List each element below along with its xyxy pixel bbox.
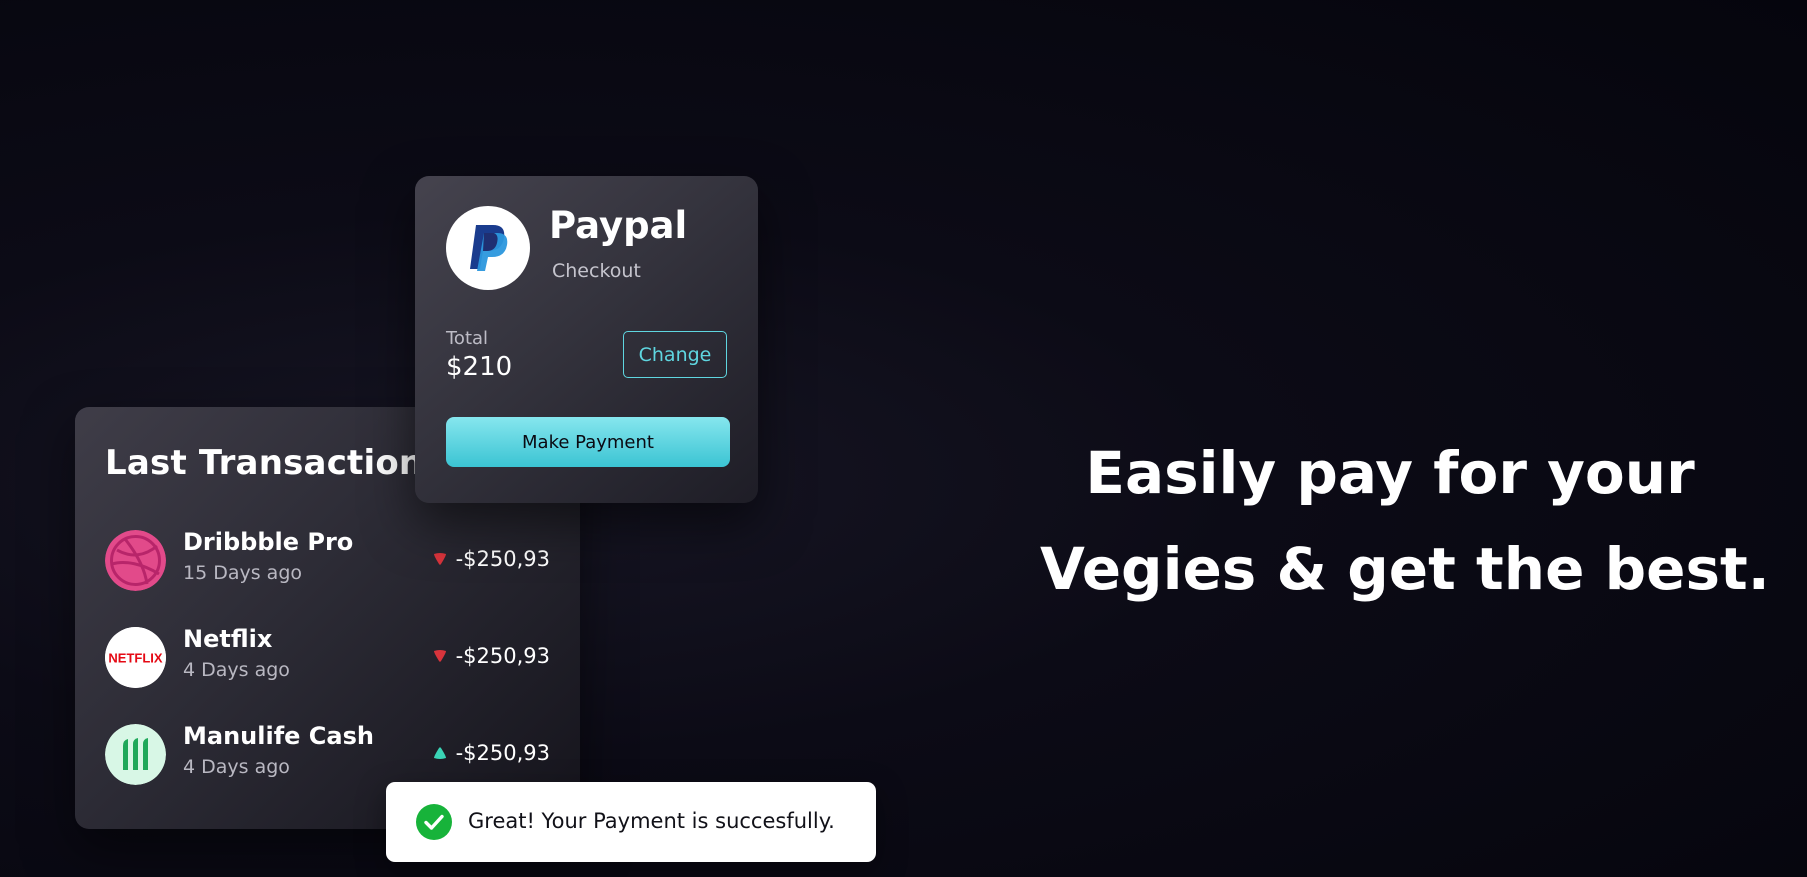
netflix-logo-text: NETFLIX [108, 651, 162, 666]
headline-line-1: Easily pay for your [1085, 439, 1695, 507]
total-value: $210 [446, 352, 513, 382]
transaction-time: 15 Days ago [183, 562, 303, 584]
headline-line-2: Vegies & get the best. [1040, 535, 1770, 603]
total-label: Total [446, 328, 489, 349]
paypal-checkout-card: Paypal Checkout Total $210 Change Make P… [415, 176, 758, 503]
transaction-amount: -$250,93 [455, 741, 550, 765]
transaction-name: Netflix [183, 625, 273, 653]
transaction-amount-group: -$250,93 [432, 741, 550, 765]
transaction-row-netflix[interactable]: NETFLIX Netflix 4 Days ago -$250,93 [105, 625, 550, 689]
toast-message: Great! Your Payment is succesfully. [468, 809, 835, 833]
transaction-time: 4 Days ago [183, 659, 290, 681]
payment-success-toast: Great! Your Payment is succesfully. [386, 782, 876, 862]
paypal-subtitle: Checkout [552, 260, 641, 282]
netflix-icon: NETFLIX [105, 627, 166, 688]
make-payment-button[interactable]: Make Payment [446, 417, 730, 467]
transaction-amount: -$250,93 [455, 547, 550, 571]
change-button[interactable]: Change [623, 331, 727, 378]
transaction-amount: -$250,93 [455, 644, 550, 668]
transaction-row-dribbble[interactable]: Dribbble Pro 15 Days ago -$250,93 [105, 528, 550, 592]
transaction-amount-group: -$250,93 [432, 644, 550, 668]
paypal-title: Paypal [549, 204, 688, 247]
paypal-icon [446, 206, 530, 290]
check-circle-icon [416, 804, 452, 840]
transaction-name: Dribbble Pro [183, 528, 354, 556]
trend-down-icon [432, 649, 448, 663]
transaction-time: 4 Days ago [183, 756, 290, 778]
transaction-row-manulife[interactable]: Manulife Cash 4 Days ago -$250,93 [105, 722, 550, 786]
manulife-icon [105, 724, 166, 785]
transaction-amount-group: -$250,93 [432, 547, 550, 571]
last-transaction-title: Last Transaction [105, 443, 424, 483]
trend-up-icon [432, 746, 448, 760]
transaction-name: Manulife Cash [183, 722, 374, 750]
headline: Easily pay for your Vegies & get the bes… [1040, 425, 1770, 617]
trend-down-icon [432, 552, 448, 566]
dribbble-icon [105, 530, 166, 591]
